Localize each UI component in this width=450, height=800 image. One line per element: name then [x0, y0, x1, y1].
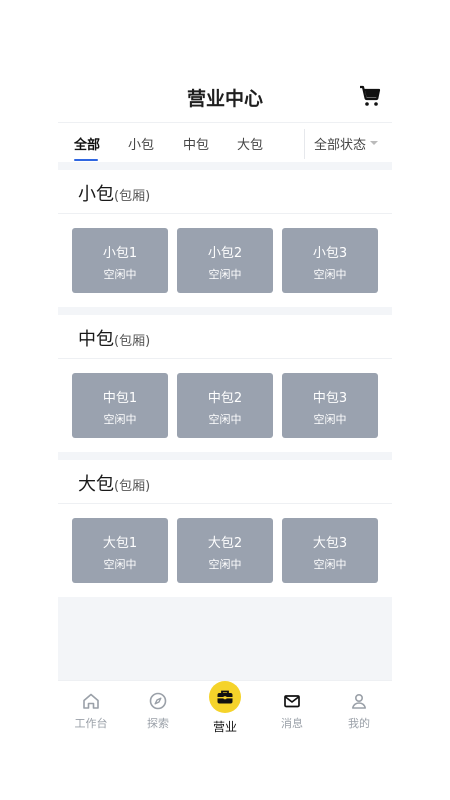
tabbar-label: 我的 — [348, 717, 370, 730]
tabbar-label: 工作台 — [74, 717, 108, 730]
tabbar-item-explore[interactable]: 探索 — [125, 681, 191, 739]
section-subtitle: (包厢) — [114, 479, 151, 494]
room-card[interactable]: 中包2 空闲中 — [177, 373, 273, 438]
bottom-tab-bar: 工作台 探索 营业 消息 我的 — [58, 680, 392, 738]
room-card[interactable]: 大包3 空闲中 — [282, 518, 378, 583]
tab-medium[interactable]: 中包 — [183, 134, 209, 153]
page-title: 营业中心 — [186, 88, 263, 110]
home-icon — [83, 693, 99, 709]
user-icon — [352, 693, 366, 709]
room-card[interactable]: 中包3 空闲中 — [282, 373, 378, 438]
section-header: 小包(包厢) — [58, 170, 392, 214]
section-title: 小包 — [78, 184, 114, 205]
tabbar-item-business[interactable]: 营业 — [192, 681, 258, 739]
cart-icon[interactable] — [358, 84, 382, 108]
active-tab-indicator — [74, 159, 98, 161]
room-name: 中包2 — [207, 391, 243, 406]
tabbar-label: 探索 — [147, 717, 169, 730]
tabbar-item-mine[interactable]: 我的 — [326, 681, 392, 739]
tabbar-label: 消息 — [281, 717, 303, 730]
room-name: 大包1 — [102, 536, 138, 551]
category-tabs: 全部 小包 中包 大包 全部状态 — [58, 122, 392, 162]
room-name: 大包2 — [207, 536, 243, 551]
tabbar-label: 营业 — [212, 720, 237, 734]
room-card[interactable]: 中包1 空闲中 — [72, 373, 168, 438]
room-status: 空闲中 — [208, 268, 242, 281]
tab-small[interactable]: 小包 — [128, 134, 154, 153]
room-card[interactable]: 大包2 空闲中 — [177, 518, 273, 583]
room-name: 大包3 — [312, 536, 348, 551]
app-screen: 营业中心 全部 小包 中包 大包 全部状态 小包(包厢) 小包1 空闲中 小包2 空… — [58, 70, 392, 738]
room-name: 小包1 — [102, 246, 138, 261]
room-name: 中包1 — [102, 391, 138, 406]
status-filter-select[interactable]: 全部状态 — [314, 134, 366, 153]
section-title: 中包 — [78, 329, 114, 350]
section-subtitle: (包厢) — [114, 189, 151, 204]
room-name: 小包2 — [207, 246, 243, 261]
section-medium: 中包(包厢) 中包1 空闲中 中包2 空闲中 中包3 空闲中 — [58, 315, 392, 452]
section-small: 小包(包厢) 小包1 空闲中 小包2 空闲中 小包3 空闲中 — [58, 170, 392, 307]
room-status: 空闲中 — [208, 558, 242, 571]
room-status: 空闲中 — [103, 413, 137, 426]
header: 营业中心 — [58, 70, 392, 122]
tabbar-item-messages[interactable]: 消息 — [259, 681, 325, 739]
room-status: 空闲中 — [313, 558, 347, 571]
section-title: 大包 — [78, 474, 114, 495]
room-card[interactable]: 小包2 空闲中 — [177, 228, 273, 293]
briefcase-icon — [217, 690, 233, 704]
section-header: 中包(包厢) — [58, 315, 392, 359]
section-header: 大包(包厢) — [58, 460, 392, 504]
section-subtitle: (包厢) — [114, 334, 151, 349]
room-status: 空闲中 — [103, 558, 137, 571]
tabbar-item-workbench[interactable]: 工作台 — [58, 681, 124, 739]
room-name: 中包3 — [312, 391, 348, 406]
room-name: 小包3 — [312, 246, 348, 261]
room-status: 空闲中 — [313, 413, 347, 426]
room-list: 小包(包厢) 小包1 空闲中 小包2 空闲中 小包3 空闲中 中包(包厢) 中包1 空闲… — [58, 162, 392, 680]
mail-icon — [284, 695, 300, 708]
room-card[interactable]: 小包3 空闲中 — [282, 228, 378, 293]
section-large: 大包(包厢) 大包1 空闲中 大包2 空闲中 大包3 空闲中 — [58, 460, 392, 597]
room-status: 空闲中 — [313, 268, 347, 281]
tab-large[interactable]: 大包 — [237, 134, 263, 153]
compass-icon — [149, 692, 167, 710]
room-card[interactable]: 大包1 空闲中 — [72, 518, 168, 583]
caret-down-icon[interactable] — [370, 141, 378, 145]
room-status: 空闲中 — [103, 268, 137, 281]
room-card[interactable]: 小包1 空闲中 — [72, 228, 168, 293]
room-status: 空闲中 — [208, 413, 242, 426]
divider — [304, 129, 305, 159]
tab-all[interactable]: 全部 — [74, 134, 100, 153]
